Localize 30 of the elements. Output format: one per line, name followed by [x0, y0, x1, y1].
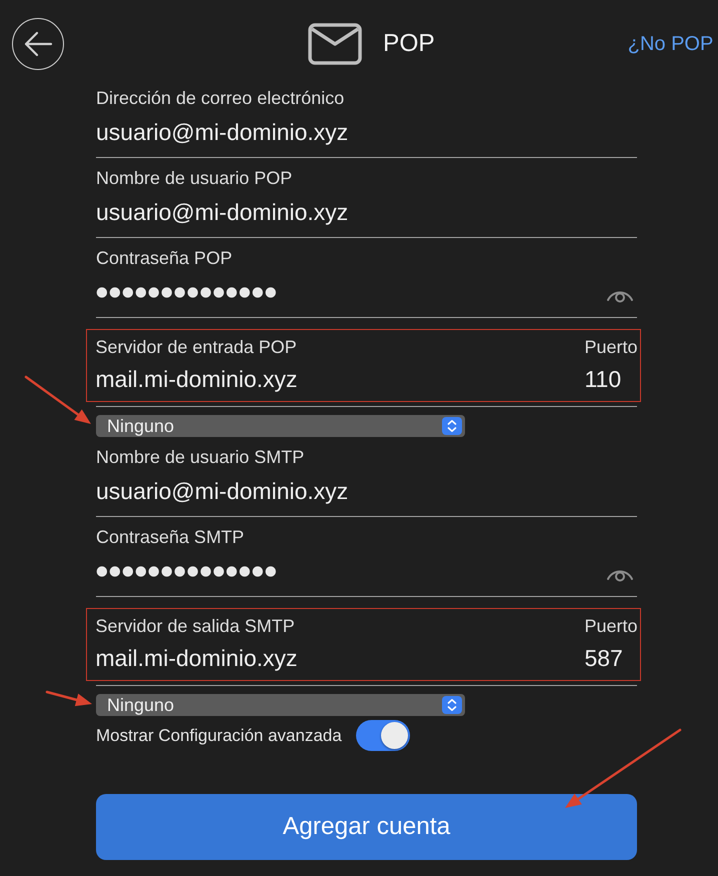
field-label: Contraseña POP — [96, 248, 232, 268]
field-label: Servidor de entrada POP — [96, 336, 297, 356]
password-field[interactable]: ●●●●●●●●●●●●●● — [96, 278, 637, 318]
toggle-switch[interactable] — [356, 720, 410, 751]
server-field[interactable]: mail.mi-dominio.xyz — [96, 364, 298, 392]
password-field[interactable]: ●●●●●●●●●●●●●● — [96, 557, 637, 597]
security-select[interactable]: Ninguno — [96, 415, 465, 437]
port-field[interactable]: 587 — [584, 644, 623, 672]
stepper-icon — [442, 417, 462, 435]
field-label: Contraseña SMTP — [96, 527, 244, 547]
envelope-icon — [308, 23, 362, 65]
no-pop-link[interactable]: ¿No POP — [628, 32, 714, 56]
port-label: Puerto — [584, 336, 638, 356]
header-title: POP — [383, 30, 435, 58]
stepper-icon — [442, 696, 462, 714]
field-label: Nombre de usuario SMTP — [96, 447, 304, 467]
server-field[interactable]: mail.mi-dominio.xyz — [96, 644, 298, 672]
security-select[interactable]: Ninguno — [96, 694, 465, 716]
port-field[interactable]: 110 — [584, 364, 622, 392]
text-field[interactable]: usuario@mi-dominio.xyz — [96, 198, 637, 238]
add-account-button[interactable]: Agregar cuenta — [96, 794, 637, 860]
arrow-left-icon — [23, 31, 53, 57]
field-label: Servidor de salida SMTP — [96, 616, 295, 636]
toggle-label: Mostrar Configuración avanzada — [96, 726, 342, 746]
port-label: Puerto — [584, 616, 638, 636]
text-field[interactable]: usuario@mi-dominio.xyz — [96, 477, 637, 517]
back-button[interactable] — [12, 18, 64, 70]
text-field[interactable]: usuario@mi-dominio.xyz — [96, 118, 637, 158]
field-label: Dirección de correo electrónico — [96, 88, 344, 108]
field-label: Nombre de usuario POP — [96, 168, 292, 188]
